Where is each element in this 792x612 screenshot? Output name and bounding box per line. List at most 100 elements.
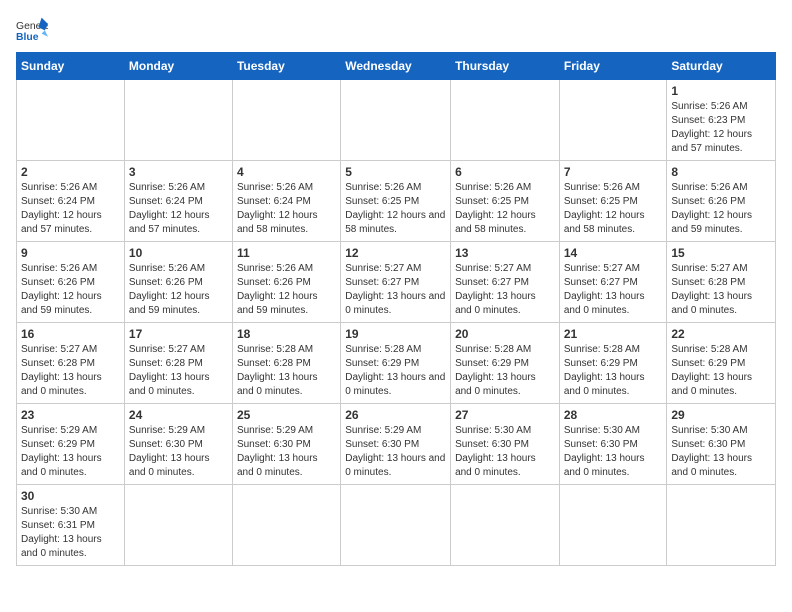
calendar-cell xyxy=(341,80,451,161)
day-info: Sunrise: 5:28 AM Sunset: 6:29 PM Dayligh… xyxy=(345,343,446,399)
day-info: Sunrise: 5:27 AM Sunset: 6:27 PM Dayligh… xyxy=(455,262,555,318)
calendar-week-row: 2 Sunrise: 5:26 AM Sunset: 6:24 PM Daylig… xyxy=(17,161,776,242)
day-number: 17 xyxy=(129,327,228,341)
calendar-cell: 28Sunrise: 5:30 AM Sunset: 6:30 PM Dayli… xyxy=(559,404,667,485)
day-info: Sunrise: 5:27 AM Sunset: 6:28 PM Dayligh… xyxy=(671,262,771,318)
day-info: Sunrise: 5:26 AM Sunset: 6:24 PM Dayligh… xyxy=(129,181,228,237)
day-number: 1 xyxy=(671,84,771,98)
day-number: 25 xyxy=(237,408,336,422)
calendar-cell xyxy=(17,80,125,161)
weekday-header-thursday: Thursday xyxy=(451,53,560,80)
svg-text:Blue: Blue xyxy=(16,32,39,43)
weekday-header-tuesday: Tuesday xyxy=(232,53,340,80)
calendar-cell xyxy=(559,80,667,161)
day-number: 30 xyxy=(21,489,120,503)
day-number: 22 xyxy=(671,327,771,341)
day-number: 9 xyxy=(21,246,120,260)
day-number: 16 xyxy=(21,327,120,341)
day-info: Sunrise: 5:30 AM Sunset: 6:30 PM Dayligh… xyxy=(455,424,555,480)
calendar-cell xyxy=(232,80,340,161)
day-number: 12 xyxy=(345,246,446,260)
day-info: Sunrise: 5:26 AM Sunset: 6:24 PM Dayligh… xyxy=(21,181,120,237)
calendar-week-row: 16 Sunrise: 5:27 AM Sunset: 6:28 PM Dayli… xyxy=(17,323,776,404)
day-info: Sunrise: 5:29 AM Sunset: 6:29 PM Dayligh… xyxy=(21,424,120,480)
day-info: Sunrise: 5:29 AM Sunset: 6:30 PM Dayligh… xyxy=(129,424,228,480)
day-info: Sunrise: 5:26 AM Sunset: 6:23 PM Dayligh… xyxy=(671,100,771,156)
day-number: 2 xyxy=(21,165,120,179)
day-number: 7 xyxy=(564,165,663,179)
calendar-week-row: 30 Sunrise: 5:30 AM Sunset: 6:31 PM Dayli… xyxy=(17,485,776,566)
calendar-cell: 21 Sunrise: 5:28 AM Sunset: 6:29 PM Dayli… xyxy=(559,323,667,404)
calendar-cell xyxy=(451,80,560,161)
day-info: Sunrise: 5:28 AM Sunset: 6:29 PM Dayligh… xyxy=(564,343,663,399)
day-number: 21 xyxy=(564,327,663,341)
calendar-cell xyxy=(124,80,232,161)
weekday-header-saturday: Saturday xyxy=(667,53,776,80)
day-number: 15 xyxy=(671,246,771,260)
day-info: Sunrise: 5:29 AM Sunset: 6:30 PM Dayligh… xyxy=(237,424,336,480)
calendar-cell: 15 Sunrise: 5:27 AM Sunset: 6:28 PM Dayli… xyxy=(667,242,776,323)
calendar-cell: 7 Sunrise: 5:26 AM Sunset: 6:25 PM Daylig… xyxy=(559,161,667,242)
calendar-cell: 27 Sunrise: 5:30 AM Sunset: 6:30 PM Dayli… xyxy=(451,404,560,485)
page-header: General Blue xyxy=(16,16,776,44)
calendar-table: SundayMondayTuesdayWednesdayThursdayFrid… xyxy=(16,52,776,566)
calendar-cell: 13 Sunrise: 5:27 AM Sunset: 6:27 PM Dayli… xyxy=(451,242,560,323)
day-number: 10 xyxy=(129,246,228,260)
calendar-cell: 18 Sunrise: 5:28 AM Sunset: 6:28 PM Dayli… xyxy=(232,323,340,404)
day-info: Sunrise: 5:27 AM Sunset: 6:28 PM Dayligh… xyxy=(129,343,228,399)
day-info: Sunrise: 5:29 AM Sunset: 6:30 PM Dayligh… xyxy=(345,424,446,480)
calendar-cell: 14 Sunrise: 5:27 AM Sunset: 6:27 PM Dayli… xyxy=(559,242,667,323)
calendar-week-row: 23Sunrise: 5:29 AM Sunset: 6:29 PM Dayli… xyxy=(17,404,776,485)
calendar-cell: 2 Sunrise: 5:26 AM Sunset: 6:24 PM Daylig… xyxy=(17,161,125,242)
day-number: 27 xyxy=(455,408,555,422)
weekday-header-monday: Monday xyxy=(124,53,232,80)
calendar-cell: 10 Sunrise: 5:26 AM Sunset: 6:26 PM Dayli… xyxy=(124,242,232,323)
calendar-cell: 20 Sunrise: 5:28 AM Sunset: 6:29 PM Dayli… xyxy=(451,323,560,404)
calendar-week-row: 9 Sunrise: 5:26 AM Sunset: 6:26 PM Daylig… xyxy=(17,242,776,323)
day-info: Sunrise: 5:27 AM Sunset: 6:28 PM Dayligh… xyxy=(21,343,120,399)
day-number: 20 xyxy=(455,327,555,341)
generalblue-logo-icon: General Blue xyxy=(16,16,48,44)
weekday-header-sunday: Sunday xyxy=(17,53,125,80)
day-info: Sunrise: 5:26 AM Sunset: 6:24 PM Dayligh… xyxy=(237,181,336,237)
day-info: Sunrise: 5:27 AM Sunset: 6:27 PM Dayligh… xyxy=(345,262,446,318)
calendar-cell: 29 Sunrise: 5:30 AM Sunset: 6:30 PM Dayli… xyxy=(667,404,776,485)
calendar-cell: 9Sunrise: 5:26 AM Sunset: 6:26 PM Daylig… xyxy=(17,242,125,323)
day-number: 13 xyxy=(455,246,555,260)
calendar-cell xyxy=(124,485,232,566)
calendar-cell: 19Sunrise: 5:28 AM Sunset: 6:29 PM Dayli… xyxy=(341,323,451,404)
day-info: Sunrise: 5:28 AM Sunset: 6:28 PM Dayligh… xyxy=(237,343,336,399)
day-info: Sunrise: 5:26 AM Sunset: 6:26 PM Dayligh… xyxy=(129,262,228,318)
calendar-cell: 5Sunrise: 5:26 AM Sunset: 6:25 PM Daylig… xyxy=(341,161,451,242)
calendar-cell: 26Sunrise: 5:29 AM Sunset: 6:30 PM Dayli… xyxy=(341,404,451,485)
calendar-cell xyxy=(559,485,667,566)
day-info: Sunrise: 5:30 AM Sunset: 6:31 PM Dayligh… xyxy=(21,505,120,561)
calendar-cell: 17 Sunrise: 5:27 AM Sunset: 6:28 PM Dayli… xyxy=(124,323,232,404)
day-info: Sunrise: 5:30 AM Sunset: 6:30 PM Dayligh… xyxy=(564,424,663,480)
calendar-cell xyxy=(232,485,340,566)
calendar-cell: 24Sunrise: 5:29 AM Sunset: 6:30 PM Dayli… xyxy=(124,404,232,485)
calendar-cell: 11Sunrise: 5:26 AM Sunset: 6:26 PM Dayli… xyxy=(232,242,340,323)
calendar-cell xyxy=(667,485,776,566)
day-info: Sunrise: 5:30 AM Sunset: 6:30 PM Dayligh… xyxy=(671,424,771,480)
calendar-cell: 23Sunrise: 5:29 AM Sunset: 6:29 PM Dayli… xyxy=(17,404,125,485)
day-number: 29 xyxy=(671,408,771,422)
day-info: Sunrise: 5:26 AM Sunset: 6:25 PM Dayligh… xyxy=(345,181,446,237)
day-number: 3 xyxy=(129,165,228,179)
calendar-cell xyxy=(451,485,560,566)
day-info: Sunrise: 5:26 AM Sunset: 6:26 PM Dayligh… xyxy=(671,181,771,237)
weekday-header-wednesday: Wednesday xyxy=(341,53,451,80)
calendar-cell: 4Sunrise: 5:26 AM Sunset: 6:24 PM Daylig… xyxy=(232,161,340,242)
day-info: Sunrise: 5:28 AM Sunset: 6:29 PM Dayligh… xyxy=(455,343,555,399)
calendar-cell: 6Sunrise: 5:26 AM Sunset: 6:25 PM Daylig… xyxy=(451,161,560,242)
day-number: 8 xyxy=(671,165,771,179)
day-number: 14 xyxy=(564,246,663,260)
logo: General Blue xyxy=(16,16,48,44)
calendar-cell: 1 Sunrise: 5:26 AM Sunset: 6:23 PM Daylig… xyxy=(667,80,776,161)
day-info: Sunrise: 5:27 AM Sunset: 6:27 PM Dayligh… xyxy=(564,262,663,318)
day-info: Sunrise: 5:28 AM Sunset: 6:29 PM Dayligh… xyxy=(671,343,771,399)
calendar-cell: 16 Sunrise: 5:27 AM Sunset: 6:28 PM Dayli… xyxy=(17,323,125,404)
day-number: 6 xyxy=(455,165,555,179)
day-number: 18 xyxy=(237,327,336,341)
day-info: Sunrise: 5:26 AM Sunset: 6:25 PM Dayligh… xyxy=(564,181,663,237)
